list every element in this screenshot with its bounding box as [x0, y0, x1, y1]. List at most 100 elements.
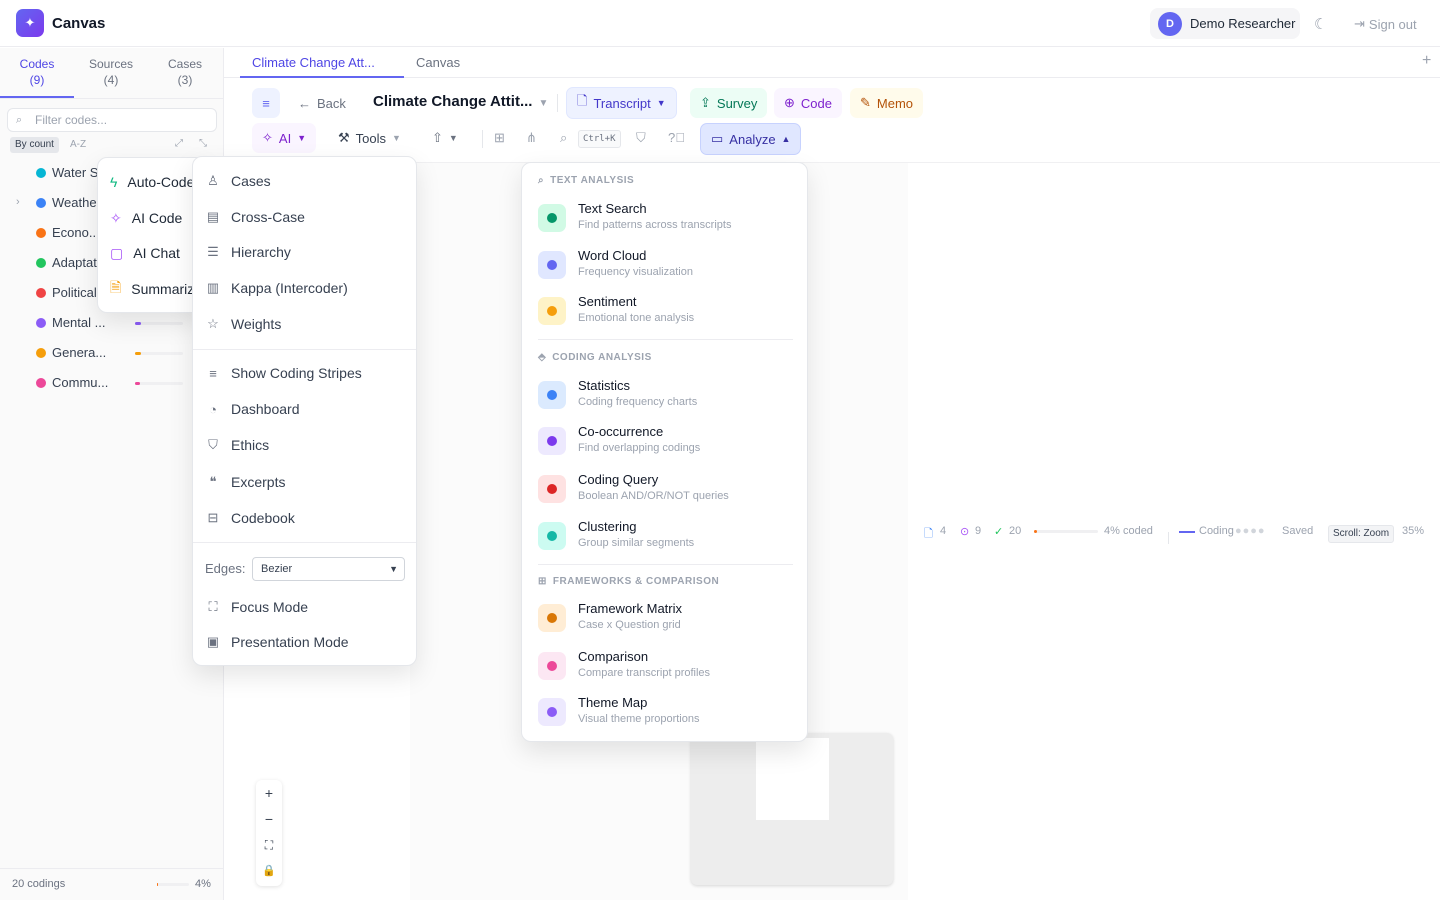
- search-icon[interactable]: ⌕: [560, 130, 567, 146]
- file-icon: 🗋: [577, 93, 588, 108]
- ai-menu-item-ai-chat[interactable]: ▢ AI Chat: [110, 243, 180, 263]
- chevron-up-icon: ▲: [781, 134, 791, 144]
- saved-status: Saved: [1282, 525, 1314, 537]
- sort-az-button[interactable]: A-Z: [70, 137, 86, 153]
- table-icon: ▤: [206, 209, 220, 224]
- transcript-button[interactable]: 🗋 Transcript ▼: [566, 87, 677, 119]
- fit-view-icon[interactable]: ⛶: [256, 832, 282, 858]
- tools-menu-item-excerpts[interactable]: ❝ Excerpts: [205, 474, 286, 490]
- analyze-menu-button[interactable]: ▭ Analyze ▲: [700, 123, 802, 155]
- codes-count: 9: [975, 525, 982, 537]
- tools-menu-item-cases[interactable]: ♙ Cases: [205, 173, 271, 189]
- edges-value: Bezier: [261, 563, 293, 575]
- analyze-item-coding-query[interactable]: Coding Query Boolean AND/OR/NOT queries: [538, 470, 793, 510]
- chevron-down-icon: ▼: [448, 133, 458, 143]
- sidebar-tab-codes[interactable]: Codes (9): [0, 56, 74, 88]
- tools-menu-item-kappa[interactable]: ▥ Kappa (Intercoder): [205, 280, 348, 296]
- item-icon-badge: [538, 604, 566, 632]
- item-subtitle: Visual theme proportions: [578, 713, 700, 725]
- collapse-all-icon[interactable]: ⤡: [199, 138, 207, 149]
- tools-menu-item-focus-mode[interactable]: ⛶ Focus Mode: [205, 599, 308, 615]
- tools-menu-item-codebook[interactable]: ⊟ Codebook: [205, 510, 295, 526]
- sign-out-label: Sign out: [1368, 16, 1417, 32]
- export-button[interactable]: ⇧ ▼: [422, 123, 468, 153]
- menu-item-label: Dashboard: [231, 401, 300, 417]
- ai-menu-item-ai-code[interactable]: ✧ AI Code: [110, 208, 182, 228]
- codings-count: 20 codings: [12, 878, 66, 890]
- analyze-item-statistics[interactable]: Statistics Coding frequency charts: [538, 376, 793, 416]
- code-color-dot: [36, 318, 46, 328]
- analyze-item-theme-map[interactable]: Theme Map Visual theme proportions: [538, 693, 793, 733]
- edges-select[interactable]: Bezier ▼: [252, 557, 405, 581]
- quote-icon: ❝: [209, 474, 217, 489]
- zoom-in-icon[interactable]: +: [256, 780, 282, 806]
- item-icon-badge: [538, 204, 566, 232]
- analyze-item-comparison[interactable]: Comparison Compare transcript profiles: [538, 647, 793, 687]
- document-tab-bar: Climate Change Att... Canvas +: [224, 48, 1440, 78]
- item-icon-badge: [538, 522, 566, 550]
- tools-menu-item-hierarchy[interactable]: ☰ Hierarchy: [205, 244, 291, 260]
- chevron-right-icon[interactable]: ›: [16, 196, 20, 208]
- document-title-dropdown[interactable]: Climate Change Attit... ▼: [373, 93, 548, 110]
- item-subtitle: Find patterns across transcripts: [578, 219, 732, 231]
- ai-menu-item-auto-code[interactable]: ϟ Auto-Code: [110, 172, 194, 192]
- tools-menu-item-weights[interactable]: ☆ Weights: [205, 316, 281, 332]
- document-icon: 🗎: [110, 279, 122, 295]
- chevron-down-icon: ▼: [392, 133, 401, 143]
- expand-all-icon[interactable]: ⤢: [175, 138, 183, 149]
- sidebar-tab-cases[interactable]: Cases (3): [148, 56, 222, 88]
- analyze-item-sentiment[interactable]: Sentiment Emotional tone analysis: [538, 292, 793, 332]
- analyze-item-clustering[interactable]: Clustering Group similar segments: [538, 517, 793, 557]
- code-item[interactable]: Commu...: [0, 368, 224, 398]
- tab-climate-change[interactable]: Climate Change Att...: [252, 55, 375, 70]
- sort-by-count-button[interactable]: By count: [10, 137, 59, 153]
- ai-menu-item-summarize[interactable]: 🗎 Summarize: [110, 279, 202, 299]
- filter-codes-input[interactable]: ⌕ Filter codes...: [7, 108, 217, 132]
- tools-menu-item-coding-stripes[interactable]: ≡ Show Coding Stripes: [205, 365, 362, 381]
- item-icon-badge: [538, 427, 566, 455]
- code-button[interactable]: ⊕ Code: [774, 88, 842, 118]
- minimap-viewport[interactable]: [756, 738, 829, 820]
- tools-menu-item-presentation-mode[interactable]: ▣ Presentation Mode: [205, 634, 349, 650]
- memo-label: Memo: [876, 95, 914, 111]
- user-menu[interactable]: D Demo Researcher: [1150, 8, 1300, 39]
- minimap[interactable]: [691, 733, 893, 885]
- code-color-dot: [36, 258, 46, 268]
- analyze-item-framework-matrix[interactable]: Framework Matrix Case x Question grid: [538, 599, 793, 639]
- dark-mode-toggle-icon[interactable]: ☾: [1314, 15, 1327, 33]
- help-icon[interactable]: ?⃝: [668, 130, 685, 145]
- memo-button[interactable]: ✎ Memo: [850, 88, 924, 118]
- lock-icon[interactable]: 🔒: [256, 858, 282, 884]
- tools-menu-item-dashboard[interactable]: ◔ Dashboard: [205, 401, 300, 417]
- menu-icon: ≡: [262, 95, 270, 111]
- menu-item-label: Excerpts: [231, 474, 286, 490]
- layout-grid-icon[interactable]: ⊞: [494, 130, 505, 146]
- divider: [557, 94, 558, 112]
- code-item[interactable]: Genera...: [0, 338, 224, 368]
- add-tab-icon[interactable]: +: [1422, 52, 1431, 70]
- back-button[interactable]: ← Back: [288, 88, 356, 118]
- chevron-down-icon: ▼: [389, 564, 398, 574]
- menu-item-label: Presentation Mode: [231, 634, 349, 650]
- analyze-item-text-search[interactable]: Text Search Find patterns across transcri…: [538, 199, 793, 239]
- share-icon[interactable]: ⋔: [526, 130, 537, 146]
- menu-toggle-button[interactable]: ≡: [252, 88, 280, 118]
- analyze-item-co-occurrence[interactable]: Co-occurrence Find overlapping codings: [538, 422, 793, 462]
- tools-menu-item-ethics[interactable]: ⛉ Ethics: [205, 437, 269, 453]
- section-header-frameworks: ⊞ FRAMEWORKS & COMPARISON: [538, 576, 720, 587]
- ai-menu-button[interactable]: ✧ AI ▼: [252, 123, 317, 153]
- sidebar-tab-sources[interactable]: Sources (4): [74, 56, 148, 88]
- tools-menu-button[interactable]: ⚒ Tools ▼: [328, 123, 411, 153]
- menu-item-label: AI Chat: [133, 245, 180, 261]
- user-icon: ♙: [207, 173, 219, 188]
- chevron-down-icon: ▼: [297, 133, 307, 143]
- sign-out-button[interactable]: ⇥ Sign out: [1354, 16, 1417, 32]
- analyze-item-word-cloud[interactable]: Word Cloud Frequency visualization: [538, 246, 793, 286]
- tab-canvas[interactable]: Canvas: [416, 55, 460, 70]
- graduation-cap-icon[interactable]: ⛉: [636, 130, 646, 146]
- tools-menu-item-cross-case[interactable]: ▤ Cross-Case: [205, 209, 305, 225]
- zoom-out-icon[interactable]: −: [256, 806, 282, 832]
- scroll-mode-badge[interactable]: Scroll: Zoom: [1328, 525, 1395, 543]
- code-color-dot: [36, 198, 46, 208]
- survey-button[interactable]: ⇪ Survey: [690, 88, 768, 118]
